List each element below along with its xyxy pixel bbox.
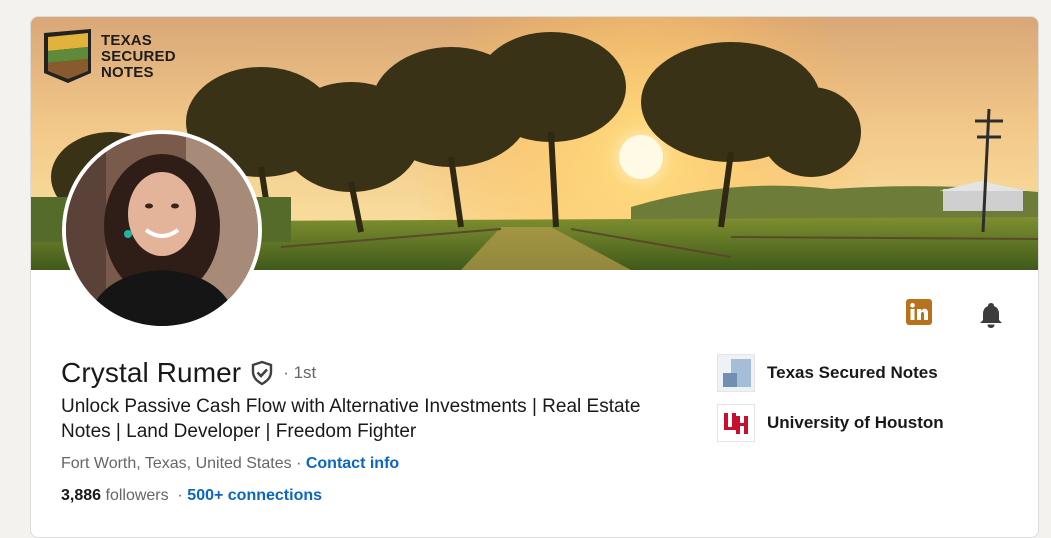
company-placeholder-icon [717,354,755,392]
verified-shield-icon[interactable] [249,360,275,386]
name-row: Crystal Rumer · 1st [61,357,316,389]
org-item-university-of-houston[interactable]: University of Houston [717,404,944,442]
notifications-button[interactable] [976,300,1006,330]
linkedin-button[interactable] [904,297,934,327]
brand-line-1: TEXAS [101,32,153,49]
location-text: Fort Worth, Texas, United States [61,455,292,472]
notification-bell-icon [980,303,1002,328]
profile-card: TEXAS SECURED NOTES Crystal Rumer · 1st … [30,16,1039,538]
linkedin-icon [906,299,932,325]
connections-link[interactable]: 500+ connections [187,487,322,504]
contact-info-link[interactable]: Contact info [306,455,399,472]
brand-line-3: NOTES [101,64,154,81]
followers-count: 3,886 [61,487,102,504]
connection-degree: · 1st [283,363,317,382]
org-name-university-of-houston: University of Houston [767,413,944,432]
stats-row: 3,886 followers · 500+ connections [61,487,322,505]
location-separator: · [291,455,306,472]
uh-logo-icon [717,404,755,442]
texas-secured-notes-brand: TEXAS SECURED NOTES [40,27,176,85]
profile-headline: Unlock Passive Cash Flow with Alternativ… [61,396,641,442]
brand-line-2: SECURED [101,48,176,65]
followers-label: followers [101,487,169,504]
stats-separator: · [168,487,188,504]
texas-secured-notes-logo-icon [44,29,91,83]
avatar-photo [66,134,258,326]
location-row: Fort Worth, Texas, United States · Conta… [61,455,399,473]
profile-avatar[interactable] [62,130,262,330]
profile-name: Crystal Rumer [61,357,242,388]
brand-text: TEXAS SECURED NOTES [101,33,176,81]
org-item-texas-secured-notes[interactable]: Texas Secured Notes [717,354,938,392]
org-name-texas-secured-notes: Texas Secured Notes [767,363,938,382]
